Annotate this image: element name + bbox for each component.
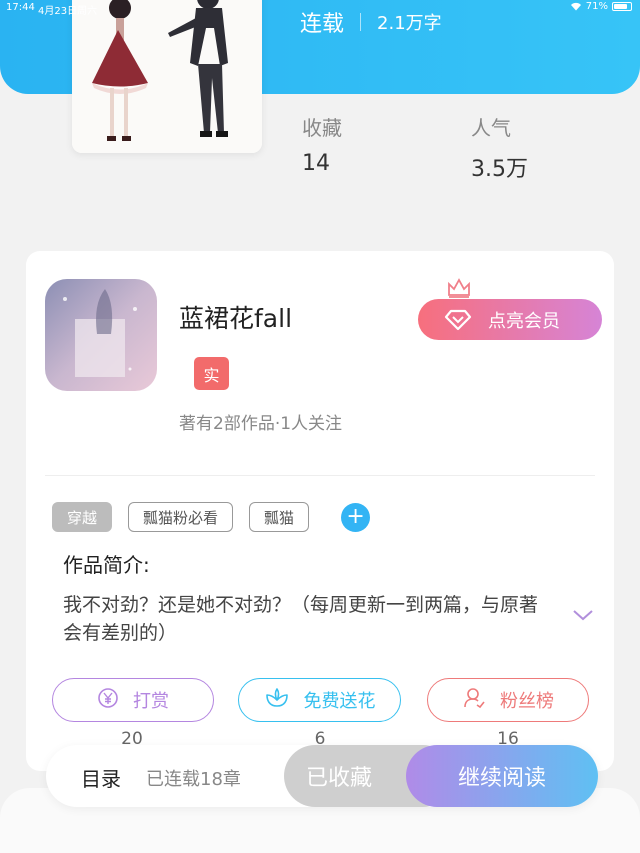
battery-percent: 71% [585,1,608,12]
battery-icon [612,2,632,11]
fan-ranking-label: 粉丝榜 [500,691,554,712]
stat-collections: 收藏 14 [302,112,342,176]
cover-illustration [72,0,262,153]
stat-value: 14 [302,151,330,176]
yen-icon [97,687,119,714]
chevron-down-icon[interactable] [572,608,594,622]
intro-title: 作品简介: [63,553,150,577]
tag-list: 穿越 瓢猫粉必看 瓢猫 + [52,502,371,532]
send-flower-button[interactable]: 免费送花 [238,678,401,722]
author-meta: 著有2部作品·1人关注 [179,414,343,434]
toc-button[interactable]: 目录 [81,763,121,792]
chapter-progress[interactable]: 已连载18章 [146,765,241,791]
author-avatar[interactable] [45,279,157,391]
add-tag-icon[interactable]: + [341,502,371,532]
avatar-image [45,279,157,391]
verified-badge: 实 [194,357,229,390]
tag[interactable]: 瓢猫粉必看 [128,502,234,532]
book-cover[interactable] [72,0,262,153]
fan-ranking-button[interactable]: 粉丝榜 [427,678,589,722]
intro-text: 我不对劲？还是她不对劲？（每周更新一到两篇，与原著会有差别的） [63,594,539,644]
continue-reading-button[interactable]: 继续阅读 [406,745,598,807]
crown-icon [448,278,470,298]
vip-button-label: 点亮会员 [488,310,560,332]
stat-popularity: 人气 3.5万 [471,112,528,183]
continue-reading-label: 继续阅读 [457,766,546,791]
diamond-icon [442,304,474,336]
card-divider [45,475,595,476]
user-icon [462,686,486,715]
vip-button[interactable]: 点亮会员 [418,299,602,340]
tip-button[interactable]: 打赏 [52,678,214,722]
author-name[interactable]: 蓝裙花fall [179,299,292,335]
wifi-icon [570,2,581,11]
status-time: 17:44 [6,2,35,13]
flower-icon [264,686,290,715]
tag[interactable]: 穿越 [52,502,113,532]
status-date: 4月23日周六 [38,6,98,17]
tag[interactable]: 瓢猫 [249,502,310,532]
send-flower-label: 免费送花 [303,691,376,712]
stat-label: 人气 [471,116,511,140]
stat-value: 3.5万 [471,157,528,182]
bottom-action-bar: 目录 已连载18章 已收藏 继续阅读 [46,745,598,807]
status-bar: 17:44 4月23日周六 71% [0,0,640,17]
tip-label: 打赏 [133,691,169,712]
stat-label: 收藏 [302,116,342,140]
collected-label: 已收藏 [305,766,372,791]
